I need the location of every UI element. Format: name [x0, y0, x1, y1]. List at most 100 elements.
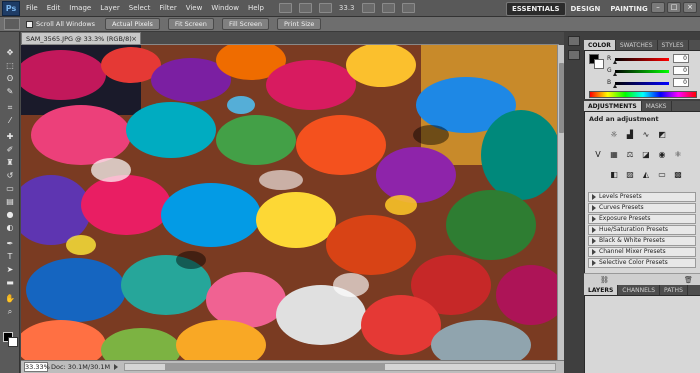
blue-slider-track[interactable] [615, 82, 669, 85]
vibrance-icon[interactable]: V [593, 150, 603, 159]
eyedropper-tool-icon[interactable]: ⁄ [5, 116, 15, 125]
menu-select[interactable]: Select [129, 4, 151, 12]
arrange-documents-icon[interactable] [381, 3, 395, 13]
close-button[interactable]: × [683, 2, 697, 13]
hand-tool-icon[interactable] [361, 3, 375, 13]
horizontal-scrollbar[interactable] [124, 363, 556, 371]
move-tool-icon[interactable]: ✥ [5, 48, 15, 57]
menu-edit[interactable]: Edit [47, 4, 61, 12]
selective-color-icon[interactable]: ▩ [673, 170, 683, 179]
hand-tool-icon[interactable]: ✋ [5, 294, 15, 303]
eraser-tool-icon[interactable]: ▭ [5, 184, 15, 193]
channel-mixer-presets-item[interactable]: Channel Mixer Presets [588, 247, 696, 257]
curves-icon[interactable]: ∿ [641, 130, 651, 139]
maximize-button[interactable]: □ [667, 2, 681, 13]
bridge-icon[interactable] [278, 3, 292, 13]
tab-layers[interactable]: LAYERS [584, 285, 619, 295]
path-select-tool-icon[interactable]: ➤ [5, 265, 15, 274]
scroll-all-windows-checkbox[interactable] [26, 20, 33, 28]
invert-icon[interactable]: ◧ [609, 170, 619, 179]
shape-tool-icon[interactable]: ▬ [5, 278, 15, 287]
exposure-icon[interactable]: ◩ [657, 130, 667, 139]
zoom-tool-icon[interactable]: ⌕ [5, 307, 15, 316]
color-spectrum-bar[interactable] [589, 91, 697, 98]
lasso-tool-icon[interactable]: ʘ [5, 74, 15, 83]
selective-color-presets-item[interactable]: Selective Color Presets [588, 258, 696, 268]
fit-screen-button[interactable]: Fit Screen [167, 18, 214, 30]
red-slider-handle[interactable] [613, 60, 617, 64]
black-white-presets-item[interactable]: Black & White Presets [588, 236, 696, 246]
tab-color[interactable]: COLOR [584, 40, 616, 50]
blue-slider[interactable]: B 0 [607, 78, 691, 90]
workspace-painting[interactable]: PAINTING [605, 3, 652, 15]
marquee-tool-icon[interactable]: ⬚ [5, 61, 15, 70]
green-slider[interactable]: G 0 [607, 66, 691, 78]
tab-channels[interactable]: CHANNELS [618, 285, 661, 295]
history-brush-tool-icon[interactable]: ↺ [5, 171, 15, 180]
green-value-field[interactable]: 0 [673, 66, 689, 75]
gradient-map-icon[interactable]: ▭ [657, 170, 667, 179]
pen-tool-icon[interactable]: ✒ [5, 239, 15, 248]
exposure-presets-item[interactable]: Exposure Presets [588, 214, 696, 224]
background-color-swatch[interactable] [8, 337, 18, 347]
image-canvas[interactable] [21, 45, 557, 360]
color-balance-icon[interactable]: ⚖ [625, 150, 635, 159]
workspace-design[interactable]: DESIGN [566, 3, 606, 15]
levels-icon[interactable]: ▟ [625, 130, 635, 139]
blur-tool-icon[interactable]: ● [5, 210, 15, 219]
crop-tool-icon[interactable]: ⌗ [5, 103, 15, 112]
dodge-tool-icon[interactable]: ◐ [5, 223, 15, 232]
clone-stamp-tool-icon[interactable]: ♜ [5, 158, 15, 167]
green-slider-track[interactable] [615, 70, 669, 73]
print-size-button[interactable]: Print Size [277, 18, 322, 30]
posterize-icon[interactable]: ▨ [625, 170, 635, 179]
healing-tool-icon[interactable]: ✚ [5, 132, 15, 141]
type-tool-icon[interactable]: T [5, 252, 15, 261]
channel-mixer-icon[interactable]: ⚛ [673, 150, 683, 159]
document-tab[interactable]: SAM_3565.JPG @ 33.3% (RGB/8) × [21, 32, 141, 44]
minimize-button[interactable]: – [651, 2, 665, 13]
actual-pixels-button[interactable]: Actual Pixels [105, 18, 160, 30]
tab-swatches[interactable]: SWATCHES [616, 40, 658, 50]
mini-bridge-icon[interactable] [298, 3, 312, 13]
clip-to-layer-icon[interactable]: ⛓ [600, 276, 609, 284]
tab-styles[interactable]: STYLES [658, 40, 689, 50]
blue-slider-handle[interactable] [613, 84, 617, 88]
actions-panel-icon[interactable] [568, 50, 580, 60]
curves-presets-item[interactable]: Curves Presets [588, 203, 696, 213]
brush-tool-icon[interactable]: ✐ [5, 145, 15, 154]
menu-layer[interactable]: Layer [100, 4, 120, 12]
vertical-scrollbar[interactable] [557, 45, 564, 360]
hue-saturation-icon[interactable]: ▦ [609, 150, 619, 159]
red-slider[interactable]: R 0 [607, 54, 691, 66]
status-menu-arrow-icon[interactable] [114, 364, 119, 370]
tab-masks[interactable]: MASKS [642, 101, 672, 111]
black-white-icon[interactable]: ◪ [641, 150, 651, 159]
color-background-chip[interactable] [594, 59, 604, 69]
tool-preset-icon[interactable] [4, 18, 20, 30]
green-slider-handle[interactable] [613, 72, 617, 76]
delete-adjustment-icon[interactable]: 🗑 [684, 276, 693, 284]
threshold-icon[interactable]: ◭ [641, 170, 651, 179]
tab-paths[interactable]: PATHS [660, 285, 688, 295]
workspace-essentials[interactable]: ESSENTIALS [506, 2, 566, 16]
menu-filter[interactable]: Filter [159, 4, 176, 12]
blue-value-field[interactable]: 0 [673, 78, 689, 87]
menu-image[interactable]: Image [69, 4, 91, 12]
photo-filter-icon[interactable]: ◉ [657, 150, 667, 159]
quick-select-tool-icon[interactable]: ✎ [5, 87, 15, 96]
menu-help[interactable]: Help [248, 4, 264, 12]
red-value-field[interactable]: 0 [673, 54, 689, 63]
menu-window[interactable]: Window [211, 4, 239, 12]
hue-saturation-presets-item[interactable]: Hue/Saturation Presets [588, 225, 696, 235]
tab-adjustments[interactable]: ADJUSTMENTS [584, 101, 642, 111]
fill-screen-button[interactable]: Fill Screen [221, 18, 270, 30]
menu-view[interactable]: View [186, 4, 203, 12]
zoom-field[interactable]: 33.33% [24, 362, 50, 372]
horizontal-scroll-thumb[interactable] [165, 364, 386, 370]
menu-file[interactable]: File [26, 4, 38, 12]
red-slider-track[interactable] [615, 58, 669, 61]
zoom-level-dropdown[interactable]: 33.3 [339, 4, 355, 12]
view-extras-icon[interactable] [318, 3, 332, 13]
levels-presets-item[interactable]: Levels Presets [588, 192, 696, 202]
